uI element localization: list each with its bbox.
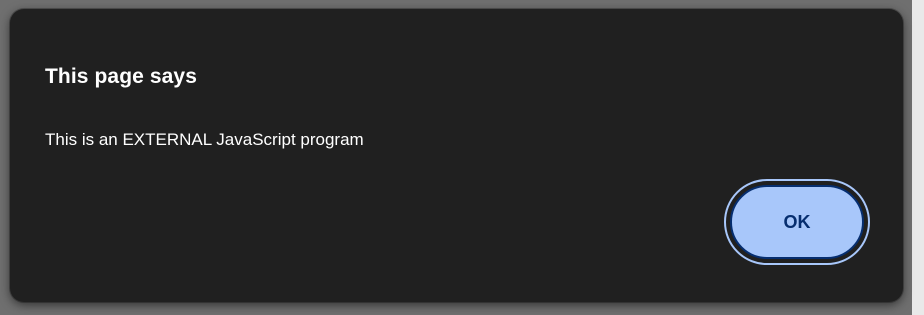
ok-button-label: OK — [783, 211, 811, 232]
alert-dialog: This page says This is an EXTERNAL JavaS… — [10, 9, 903, 302]
ok-button[interactable]: OK — [730, 185, 864, 259]
dialog-message: This is an EXTERNAL JavaScript program — [45, 130, 364, 149]
dialog-title: This page says — [45, 65, 197, 88]
